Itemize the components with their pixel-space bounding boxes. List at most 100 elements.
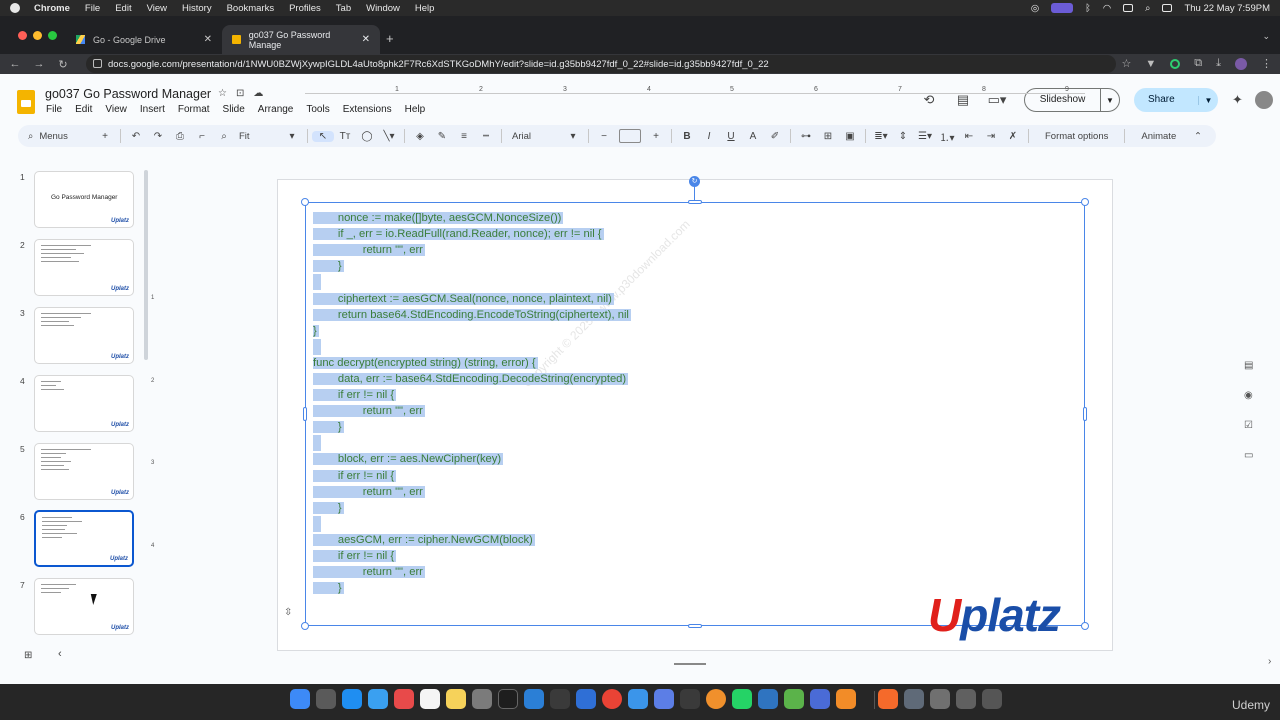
close-tab-icon[interactable]: ✕ [204,34,212,45]
menu-view[interactable]: View [105,104,127,115]
minimize-window-button[interactable] [33,31,42,40]
filmstrip-scrollbar[interactable] [144,170,148,360]
forward-icon[interactable]: → [30,58,48,70]
font-size-input[interactable] [619,129,641,143]
site-info-icon[interactable] [93,59,102,68]
animate-button[interactable]: Animate [1129,131,1188,142]
zoom-app-icon[interactable] [758,689,778,709]
word-icon[interactable] [576,689,596,709]
border-dash-icon[interactable]: ┅ [475,131,497,142]
slide-thumbnail-2[interactable]: Uplatz [34,239,134,296]
cloud-status-icon[interactable]: ☁ [253,88,263,99]
menu-tools[interactable]: Tools [306,104,329,115]
calendar-icon[interactable]: ▭ [1244,450,1253,461]
chevron-down-icon[interactable]: ▾ [562,131,584,142]
fill-color-icon[interactable]: ◈ [409,131,431,142]
select-pointer-icon[interactable]: ↖ [312,130,334,142]
finder-icon[interactable] [290,689,310,709]
bookmark-star-icon[interactable]: ☆ [1122,57,1132,70]
share-button[interactable]: Share ▼ [1134,88,1218,112]
menubar-window[interactable]: Window [366,3,400,14]
profile-avatar[interactable] [1235,57,1247,70]
menubar-file[interactable]: File [85,3,100,14]
new-tab-icon[interactable]: + [386,31,394,46]
close-window-button[interactable] [18,31,27,40]
border-weight-icon[interactable]: ≡ [453,131,475,142]
speaker-notes-handle[interactable] [674,663,706,665]
account-avatar[interactable] [1254,91,1273,109]
slide-thumbnail-7[interactable]: Uplatz [34,578,134,635]
tab-google-drive[interactable]: Go - Google Drive ✕ [66,25,222,54]
border-color-icon[interactable]: ✎ [431,131,453,142]
resize-handle-top[interactable] [688,200,702,204]
grid-view-icon[interactable]: ⊞ [24,650,32,661]
menu-help[interactable]: Help [405,104,426,115]
search-menus[interactable]: ⌕ Menus [28,131,94,142]
menu-edit[interactable]: Edit [75,104,92,115]
print-icon[interactable]: ⎙ [169,131,191,142]
menu-format[interactable]: Format [178,104,210,115]
italic-icon[interactable]: I [698,131,720,142]
format-options-button[interactable]: Format options [1033,131,1120,142]
resize-handle-left[interactable] [303,407,307,421]
align-icon[interactable]: ≣▾ [870,131,892,142]
zoom-select[interactable]: Fit [235,131,281,142]
bluetooth-icon[interactable]: ᛒ [1085,3,1091,14]
vertical-ruler[interactable]: 1 2 3 4 [151,100,159,560]
notes-app-icon[interactable] [446,689,466,709]
slide-thumbnail-1[interactable]: Go Password Manager Uplatz [34,171,134,228]
text-box-icon[interactable]: Tт [334,131,356,142]
textedit-icon[interactable] [550,689,570,709]
collapse-toolbar-icon[interactable]: ⌃ [1194,131,1202,142]
documents-folder-icon[interactable] [956,689,976,709]
slide-thumbnail-5[interactable]: Uplatz [34,443,134,500]
collapse-filmstrip-icon[interactable]: ‹ [58,648,62,660]
chrome-menu-icon[interactable]: ⋮ [1261,57,1272,70]
slide-thumbnail-3[interactable]: Uplatz [34,307,134,364]
whatsapp-icon[interactable] [732,689,752,709]
decrease-font-icon[interactable]: − [593,131,615,142]
resize-handle-bottom[interactable] [688,624,702,628]
vscode-icon[interactable] [524,689,544,709]
increase-font-icon[interactable]: + [645,131,667,142]
gemini-icon[interactable]: ✦ [1232,92,1243,108]
bold-icon[interactable]: B [676,131,698,142]
add-comment-icon[interactable]: ⊞ [817,131,839,142]
clear-formatting-icon[interactable]: ✗ [1002,131,1024,142]
photos-icon[interactable] [394,689,414,709]
menubar-profiles[interactable]: Profiles [289,3,321,14]
menu-extensions[interactable]: Extensions [343,104,392,115]
terminal-icon[interactable] [498,689,518,709]
chevron-down-icon[interactable]: ▼ [1101,96,1119,105]
numbered-list-icon[interactable]: ⒈▾ [936,129,958,144]
slide-thumbnail-4[interactable]: Uplatz [34,375,134,432]
download-icon[interactable]: ⤓ [1216,57,1221,70]
resize-handle-bottom-left[interactable] [301,622,309,630]
tab-search-icon[interactable]: ⌄ [1262,31,1270,42]
line-icon[interactable]: ╲▾ [378,131,400,142]
vertical-align-icon[interactable]: ⇳ [284,607,292,618]
slides-logo-icon[interactable] [17,90,35,114]
firefox-icon[interactable] [706,689,726,709]
menubar-datetime[interactable]: Thu 22 May 7:59PM [1184,3,1270,14]
font-select[interactable]: Arial [506,131,562,142]
screen-recorder-icon[interactable] [810,689,830,709]
xcode-icon[interactable] [628,689,648,709]
menubar-tab[interactable]: Tab [336,3,351,14]
zoom-icon[interactable]: ⌕ [213,131,235,142]
zoom-window-button[interactable] [48,31,57,40]
address-bar[interactable]: docs.google.com/presentation/d/1NWU0BZWj… [86,55,1116,73]
notes-panel-icon[interactable]: ▤ [1244,360,1253,371]
notification-icon[interactable] [1162,4,1173,12]
calendar-app-icon[interactable] [420,689,440,709]
trash-icon[interactable] [982,689,1002,709]
text-color-icon[interactable]: A [742,131,764,142]
control-center-icon[interactable] [1123,4,1134,12]
menubar-view[interactable]: View [147,3,167,14]
menubar-help[interactable]: Help [415,3,435,14]
github-desktop-icon[interactable] [680,689,700,709]
spotlight-search-icon[interactable]: ⌕ [1145,3,1150,14]
resize-handle-bottom-right[interactable] [1081,622,1089,630]
vlc-icon[interactable] [836,689,856,709]
slide-thumbnail-6-selected[interactable]: Uplatz [34,510,134,567]
